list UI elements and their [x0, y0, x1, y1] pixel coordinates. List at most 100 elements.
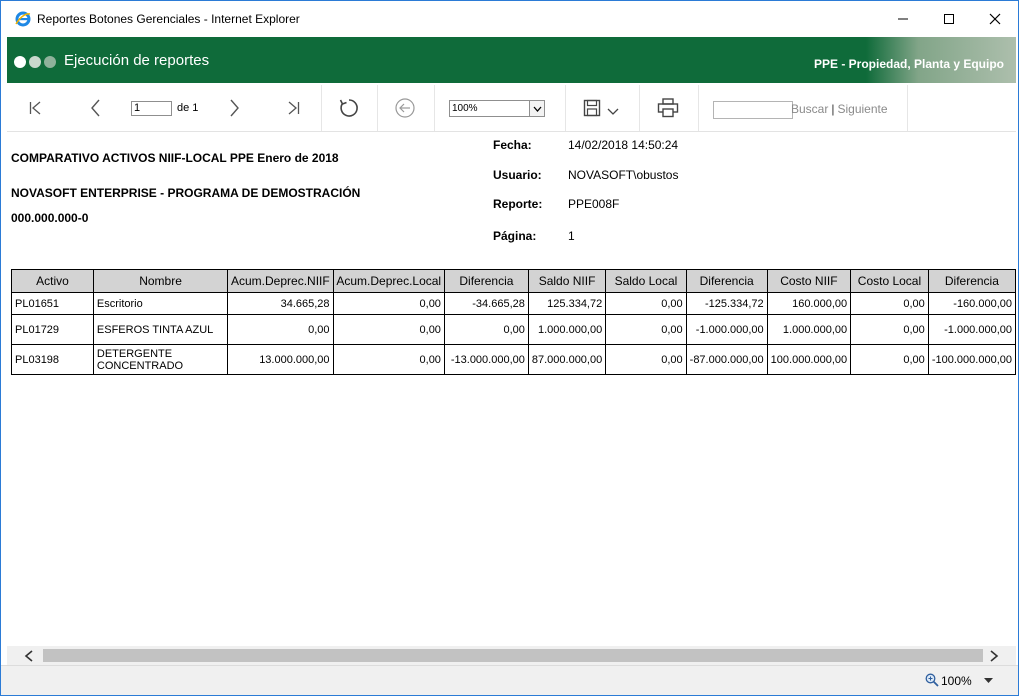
table-cell: PL01651	[11, 292, 94, 315]
column-header: Saldo NIIF	[527, 269, 607, 293]
module-name: PPE - Propiedad, Planta y Equipo	[813, 57, 1004, 71]
close-button[interactable]	[972, 1, 1018, 37]
title-bar: Reportes Botones Gerenciales - Internet …	[1, 1, 1018, 37]
report-title: COMPARATIVO ACTIVOS NIIF-LOCAL PPE Enero…	[11, 151, 339, 165]
table-cell: 0,00	[443, 314, 529, 345]
toolbar-separator	[565, 85, 566, 131]
toolbar-separator	[321, 85, 322, 131]
page-number-input[interactable]: 1	[131, 101, 172, 116]
table-cell: 0,00	[332, 344, 445, 375]
first-page-icon	[29, 101, 41, 115]
column-header: Acum.Deprec.NIIF	[227, 269, 334, 293]
app-banner: Ejecución de reportes PPE - Propiedad, P…	[7, 37, 1016, 83]
table-cell: 125.334,72	[527, 292, 607, 315]
table-cell: PL03198	[11, 344, 94, 375]
print-button[interactable]	[651, 85, 685, 131]
company-name: NOVASOFT ENTERPRISE - PROGRAMA DE DEMOST…	[11, 186, 361, 200]
meta-value-pagina: 1	[568, 229, 575, 243]
previous-page-button[interactable]	[81, 85, 111, 131]
meta-value-reporte: PPE008F	[568, 197, 620, 211]
minimize-button[interactable]	[880, 1, 926, 37]
chevron-down-icon	[607, 108, 619, 115]
scroll-left-button[interactable]	[19, 646, 39, 665]
save-icon	[583, 99, 601, 117]
chevron-down-icon[interactable]	[984, 678, 993, 684]
company-nit: 000.000.000-0	[11, 211, 89, 225]
dot-icon	[14, 56, 26, 68]
horizontal-scrollbar[interactable]	[7, 646, 1016, 665]
toolbar-separator	[698, 85, 699, 131]
column-header: Acum.Deprec.Local	[332, 269, 445, 293]
next-page-icon	[230, 99, 239, 117]
column-header: Diferencia	[443, 269, 529, 293]
close-icon	[989, 13, 1001, 25]
toolbar-separator	[639, 85, 640, 131]
toolbar-separator	[907, 85, 908, 131]
last-page-button[interactable]	[278, 85, 308, 131]
minimize-icon	[898, 18, 908, 20]
dot-icon	[44, 56, 56, 68]
chevron-right-icon	[990, 649, 999, 662]
find-links: Buscar | Siguiente	[791, 102, 888, 116]
back-button[interactable]	[389, 85, 421, 131]
zoom-value: 100%	[452, 103, 478, 114]
banner-title: Ejecución de reportes	[64, 52, 210, 69]
meta-label-reporte: Reporte:	[493, 197, 543, 211]
table-cell: -1.000.000,00	[927, 314, 1016, 345]
toolbar-separator	[377, 85, 378, 131]
export-button[interactable]	[577, 85, 625, 131]
table-cell: 0,00	[332, 292, 445, 315]
table-cell: 0,00	[605, 292, 687, 315]
meta-label-pagina: Página:	[493, 229, 537, 243]
report-table: Activo Nombre Acum.Deprec.NIIF Acum.Depr…	[11, 269, 1016, 375]
report-toolbar: 1 de 1 100% Buscar | Siguiente	[7, 85, 1016, 132]
table-cell: 160.000,00	[766, 292, 852, 315]
meta-value-fecha: 14/02/2018 14:50:24	[568, 138, 679, 152]
zoom-select[interactable]: 100%	[449, 100, 545, 117]
table-cell: -87.000.000,00	[685, 344, 768, 375]
table-cell: DETERGENTE CONCENTRADO	[92, 344, 229, 375]
meta-value-usuario: NOVASOFT\obustos	[568, 168, 679, 182]
table-cell: -125.334,72	[685, 292, 768, 315]
table-row: PL01651 Escritorio 34.665,28 0,00 -34.66…	[11, 292, 1016, 315]
meta-label-fecha: Fecha:	[493, 138, 532, 152]
table-row: PL03198 DETERGENTE CONCENTRADO 13.000.00…	[11, 344, 1016, 375]
find-input[interactable]	[713, 101, 793, 119]
meta-label-usuario: Usuario:	[493, 168, 542, 182]
magnifier-icon[interactable]	[925, 673, 939, 687]
table-cell: 0,00	[850, 344, 929, 375]
previous-page-icon	[91, 99, 100, 117]
print-icon	[657, 98, 679, 118]
last-page-icon	[288, 101, 300, 115]
banner-dots	[14, 56, 56, 68]
table-cell: -100.000.000,00	[927, 344, 1016, 375]
table-cell: 0,00	[332, 314, 445, 345]
column-header: Diferencia	[685, 269, 768, 293]
find-next-link[interactable]: Siguiente	[837, 102, 887, 116]
scroll-right-button[interactable]	[984, 646, 1004, 665]
table-cell: Escritorio	[92, 292, 229, 315]
maximize-button[interactable]	[926, 1, 972, 37]
status-bar: 100%	[1, 665, 1018, 695]
first-page-button[interactable]	[21, 85, 51, 131]
table-cell: 1.000.000,00	[527, 314, 607, 345]
column-header: Nombre	[92, 269, 229, 293]
next-page-button[interactable]	[219, 85, 249, 131]
column-header: Costo Local	[850, 269, 929, 293]
table-cell: -34.665,28	[443, 292, 529, 315]
ie-window: Reportes Botones Gerenciales - Internet …	[0, 0, 1019, 696]
refresh-button[interactable]	[333, 85, 365, 131]
table-cell: 100.000.000,00	[766, 344, 852, 375]
back-icon	[395, 98, 415, 118]
find-link[interactable]: Buscar	[791, 102, 828, 116]
table-cell: 0,00	[227, 314, 334, 345]
column-header: Activo	[11, 269, 94, 293]
table-cell: 34.665,28	[227, 292, 334, 315]
table-row: PL01729 ESFEROS TINTA AZUL 0,00 0,00 0,0…	[11, 314, 1016, 345]
table-cell: 0,00	[605, 344, 687, 375]
dot-icon	[29, 56, 41, 68]
scrollbar-thumb[interactable]	[43, 649, 983, 662]
table-cell: ESFEROS TINTA AZUL	[92, 314, 229, 345]
status-zoom-level[interactable]: 100%	[941, 674, 972, 688]
table-cell: 13.000.000,00	[227, 344, 334, 375]
